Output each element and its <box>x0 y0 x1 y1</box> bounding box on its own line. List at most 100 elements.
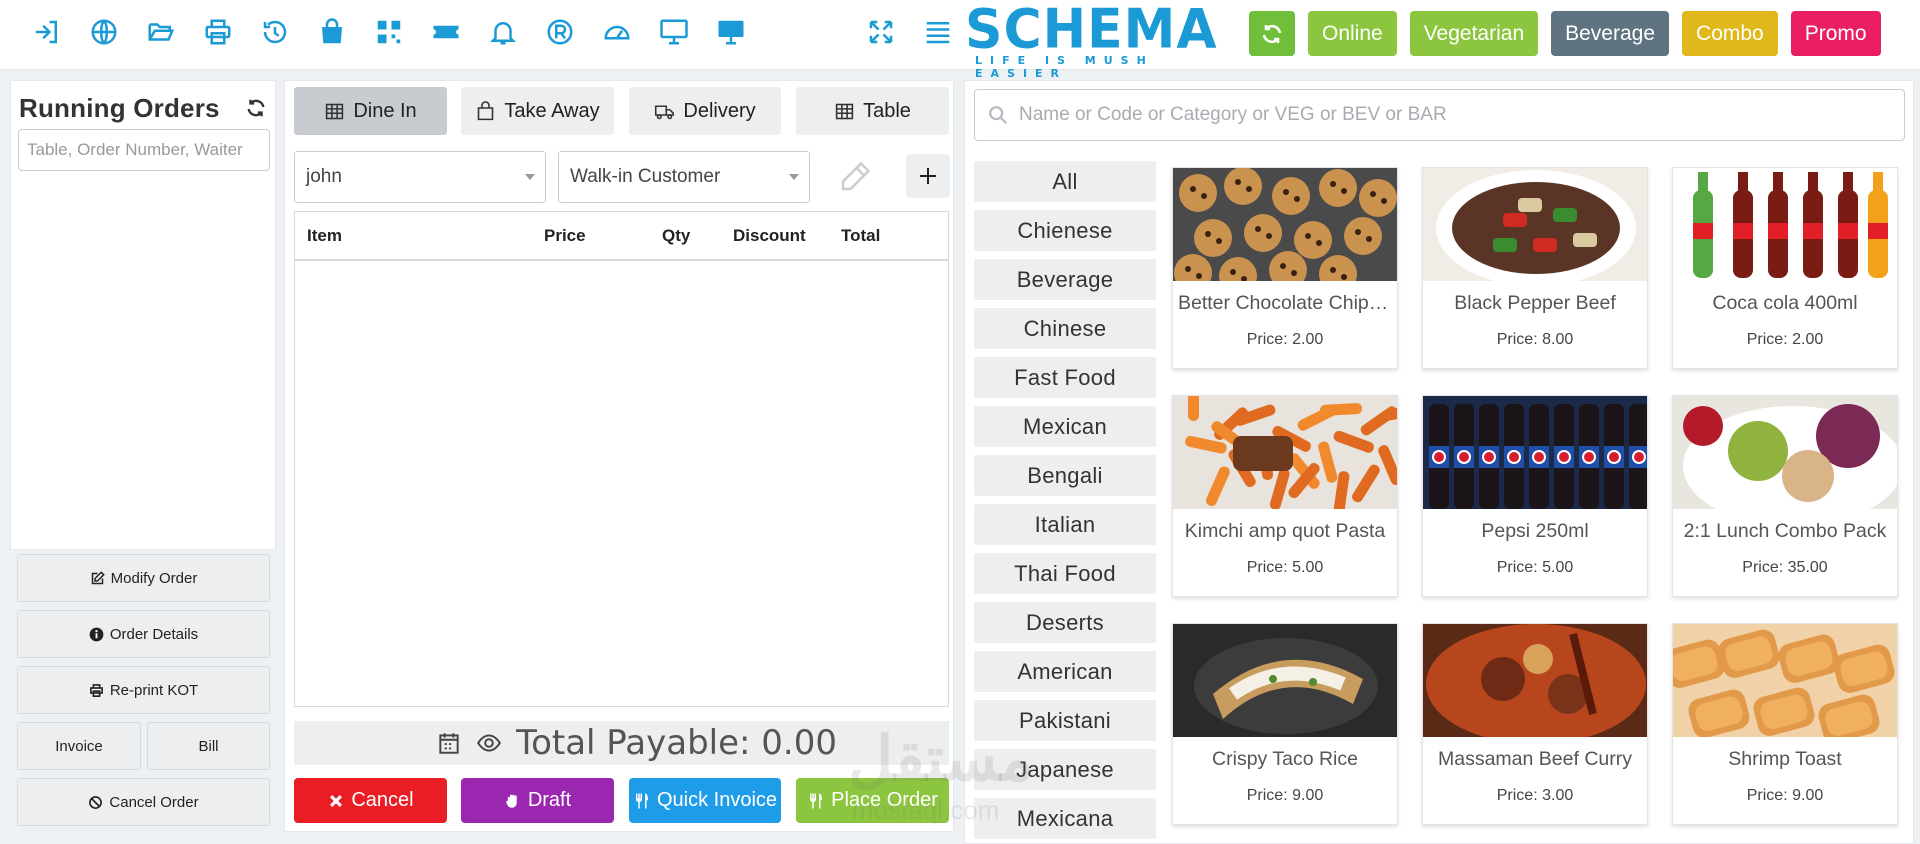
filter-beverage-button[interactable]: Beverage <box>1551 11 1670 56</box>
product-name: 2:1 Lunch Combo Pack <box>1683 520 1887 542</box>
product-price: Price: 3.00 <box>1496 787 1574 804</box>
reprint-kot-button[interactable]: Re-print KOT <box>17 666 270 714</box>
cancel-button[interactable]: Cancel <box>294 778 447 823</box>
category-bengali[interactable]: Bengali <box>974 455 1156 496</box>
modify-order-button[interactable]: Modify Order <box>17 554 270 602</box>
column-item: Item <box>307 225 342 245</box>
product-card-massaman-beef-curry[interactable]: Massaman Beef Curry Price: 3.00 <box>1422 623 1648 825</box>
customer-select[interactable]: Walk-in Customer <box>558 151 810 203</box>
product-card-kimchi-amp-quot-pasta[interactable]: Kimchi amp quot Pasta Price: 5.00 <box>1172 395 1398 597</box>
filter-combo-button[interactable]: Combo <box>1682 11 1778 56</box>
quick-invoice-label: Quick Invoice <box>656 789 778 811</box>
running-orders-search-input[interactable]: Table, Order Number, Waiter <box>18 129 270 171</box>
tab-table-label: Table <box>863 99 911 122</box>
printer-icon <box>89 683 103 697</box>
category-chinese[interactable]: Chinese <box>974 308 1156 349</box>
folder-open-icon[interactable] <box>132 12 189 52</box>
category-fast-food[interactable]: Fast Food <box>974 357 1156 398</box>
product-search-input[interactable]: Name or Code or Category or VEG or BEV o… <box>974 89 1905 141</box>
category-chienese[interactable]: Chienese <box>974 210 1156 251</box>
bell-icon[interactable] <box>474 12 531 52</box>
edit-customer-icon[interactable] <box>837 159 873 195</box>
calendar-icon[interactable] <box>436 730 462 756</box>
add-customer-button[interactable] <box>906 154 950 198</box>
history-icon[interactable] <box>246 12 303 52</box>
tab-table[interactable]: Table <box>796 87 949 135</box>
product-price: Price: 9.00 <box>1746 787 1824 804</box>
bill-label: Bill <box>198 737 219 755</box>
category-thai-food[interactable]: Thai Food <box>974 553 1156 594</box>
tab-dine-in[interactable]: Dine In <box>294 87 447 135</box>
category-mexican[interactable]: Mexican <box>974 406 1156 447</box>
bill-button[interactable]: Bill <box>147 722 270 770</box>
invoice-button[interactable]: Invoice <box>17 722 141 770</box>
tab-take-away[interactable]: Take Away <box>461 87 614 135</box>
shopping-bag-icon[interactable] <box>303 12 360 52</box>
category-japanese[interactable]: Japanese <box>974 749 1156 790</box>
toolbar-icons <box>18 12 759 52</box>
order-details-button[interactable]: Order Details <box>17 610 270 658</box>
product-name: Crispy Taco Rice <box>1212 748 1358 770</box>
waiter-value: john <box>306 166 342 187</box>
product-card-better-chocolate-chip-cookies[interactable]: Better Chocolate Chip Cookies Price: 2.00 <box>1172 167 1398 369</box>
desktop-icon[interactable] <box>702 12 759 52</box>
refresh-button[interactable] <box>1249 11 1295 56</box>
tab-delivery[interactable]: Delivery <box>629 87 781 135</box>
product-card-shrimp-toast[interactable]: Shrimp Toast Price: 9.00 <box>1672 623 1898 825</box>
quick-invoice-button[interactable]: Quick Invoice <box>629 778 781 823</box>
running-orders-list: Running Orders Table, Order Number, Wait… <box>10 80 276 550</box>
category-american[interactable]: American <box>974 651 1156 692</box>
refresh-orders-icon[interactable] <box>245 97 267 119</box>
dashboard-icon[interactable] <box>588 12 645 52</box>
globe-icon[interactable] <box>75 12 132 52</box>
tab-take-away-label: Take Away <box>504 99 600 122</box>
category-all[interactable]: All <box>974 161 1156 202</box>
product-card-2-1-lunch-combo-pack[interactable]: 2:1 Lunch Combo Pack Price: 35.00 <box>1672 395 1898 597</box>
logout-icon[interactable] <box>18 12 75 52</box>
registered-icon[interactable] <box>531 12 588 52</box>
product-card-coca-cola-400ml[interactable]: Coca cola 400ml Price: 2.00 <box>1672 167 1898 369</box>
product-card-crispy-taco-rice[interactable]: Crispy Taco Rice Price: 9.00 <box>1172 623 1398 825</box>
category-mexicana[interactable]: Mexicana <box>974 798 1156 839</box>
category-beverage[interactable]: Beverage <box>974 259 1156 300</box>
product-card-pepsi-250ml[interactable]: Pepsi 250ml Price: 5.00 <box>1422 395 1648 597</box>
eye-icon[interactable] <box>476 730 502 756</box>
ticket-icon[interactable] <box>417 12 474 52</box>
menu-icon[interactable] <box>909 12 966 52</box>
category-italian[interactable]: Italian <box>974 504 1156 545</box>
cart-table: Item Price Qty Discount Total <box>294 211 949 707</box>
cancel-label: Cancel <box>351 789 414 811</box>
product-price: Price: 2.00 <box>1746 331 1824 348</box>
close-icon <box>330 794 343 807</box>
column-discount: Discount <box>733 225 806 245</box>
product-name: Shrimp Toast <box>1728 748 1842 770</box>
expand-icon[interactable] <box>852 12 909 52</box>
product-image <box>1673 396 1897 509</box>
search-icon <box>989 106 1008 125</box>
product-search-placeholder: Name or Code or Category or VEG or BEV o… <box>1019 104 1447 125</box>
hand-icon <box>505 794 517 808</box>
product-image <box>1423 396 1647 509</box>
product-card-black-pepper-beef[interactable]: Black Pepper Beef Price: 8.00 <box>1422 167 1648 369</box>
filter-vegetarian-button[interactable]: Vegetarian <box>1409 11 1539 56</box>
product-price: Price: 9.00 <box>1246 787 1324 804</box>
filter-promo-button[interactable]: Promo <box>1790 11 1881 56</box>
monitor-icon[interactable] <box>645 12 702 52</box>
printer-icon[interactable] <box>189 12 246 52</box>
product-name: Kimchi amp quot Pasta <box>1184 520 1386 542</box>
category-deserts[interactable]: Deserts <box>974 602 1156 643</box>
cancel-order-button[interactable]: Cancel Order <box>17 778 270 826</box>
qrcode-icon[interactable] <box>360 12 417 52</box>
top-toolbar: SCHEMA LIFE IS MUSH EASIER Online Vegeta… <box>0 0 1920 80</box>
product-name: Black Pepper Beef <box>1454 292 1616 314</box>
category-pakistani[interactable]: Pakistani <box>974 700 1156 741</box>
draft-button[interactable]: Draft <box>461 778 614 823</box>
ban-icon <box>89 795 103 809</box>
place-order-button[interactable]: Place Order <box>796 778 949 823</box>
product-price: Price: 2.00 <box>1246 331 1324 348</box>
waiter-select[interactable]: john <box>294 151 546 203</box>
filter-online-button[interactable]: Online <box>1308 11 1397 56</box>
tab-dine-in-label: Dine In <box>353 99 417 122</box>
product-price: Price: 5.00 <box>1246 559 1324 576</box>
view-icons <box>852 12 966 52</box>
